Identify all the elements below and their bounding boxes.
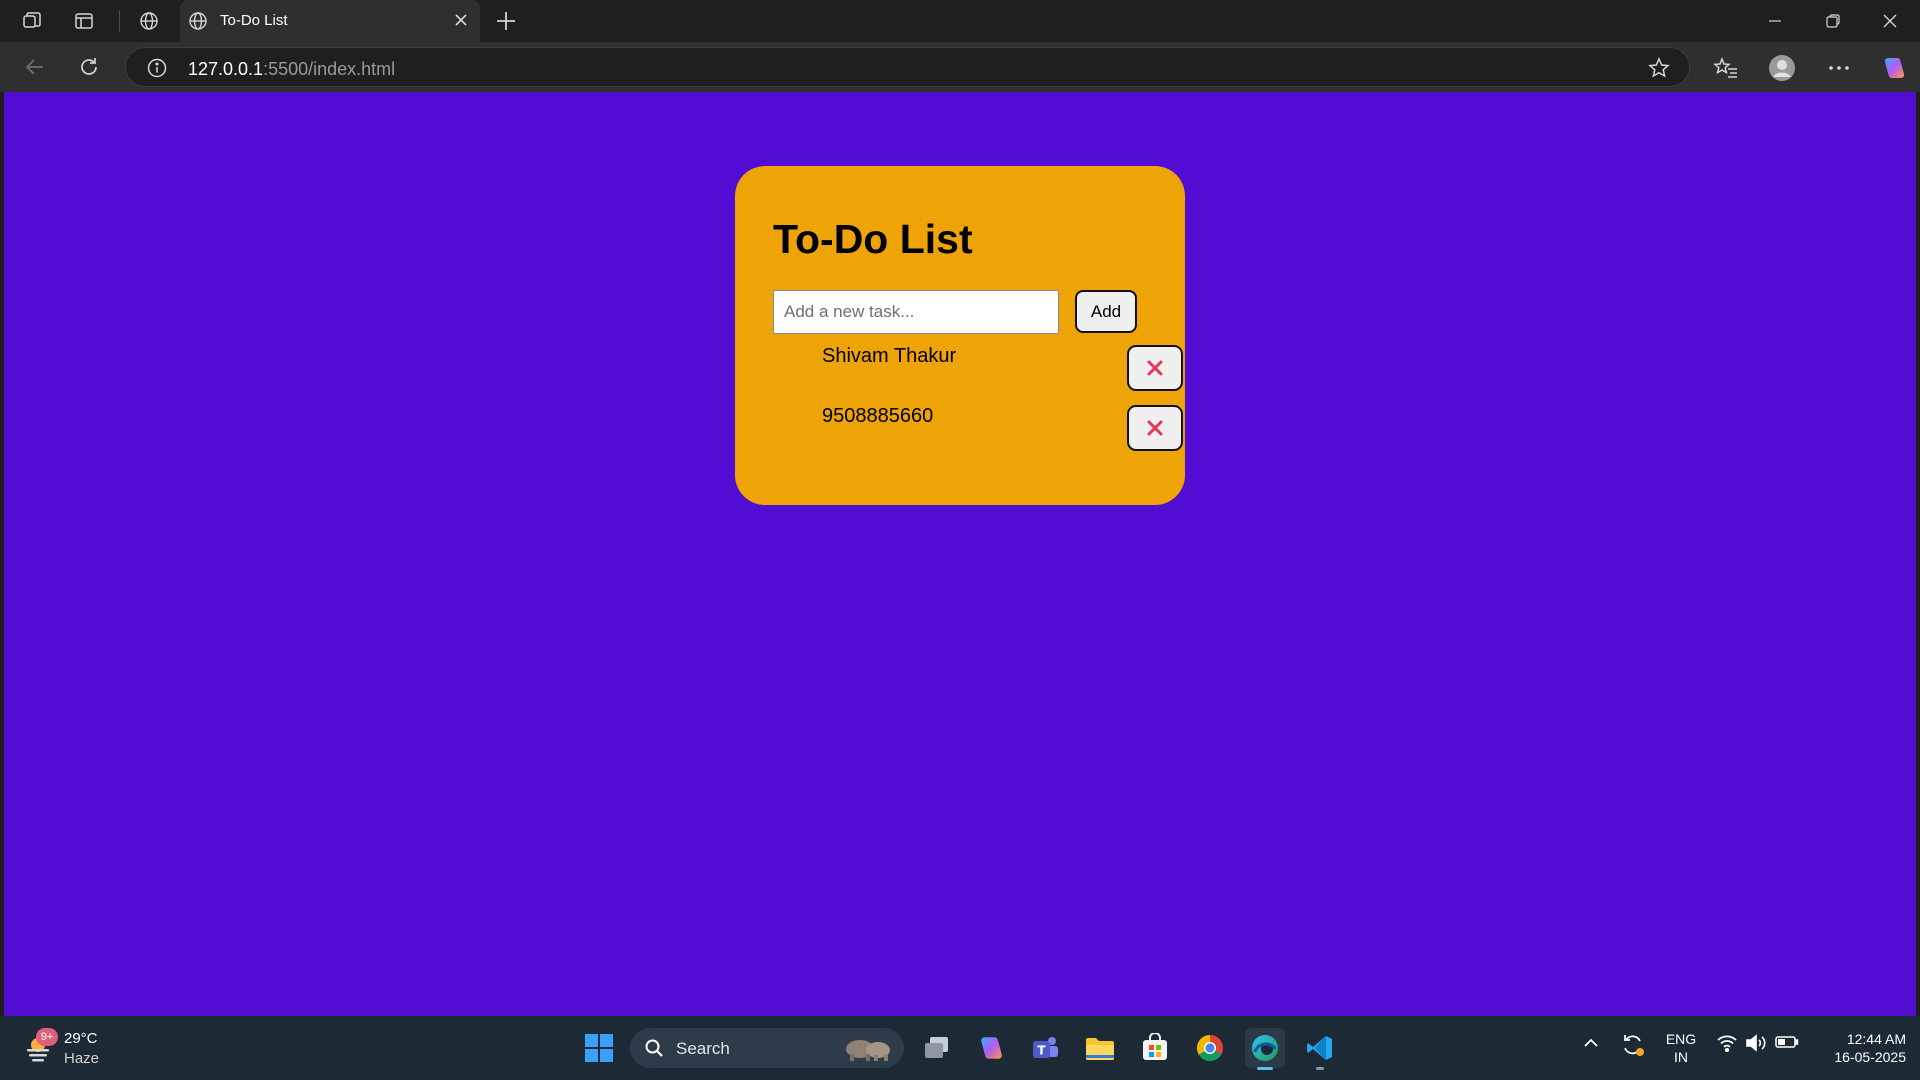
delete-task-button[interactable] [1127, 405, 1183, 451]
clock-date: 16-05-2025 [1834, 1049, 1906, 1065]
battery-icon[interactable] [1775, 1034, 1799, 1050]
workspaces-icon[interactable] [20, 9, 44, 33]
file-explorer-app[interactable] [1080, 1028, 1120, 1068]
globe-icon[interactable] [137, 9, 161, 33]
back-arrow-icon[interactable] [22, 54, 48, 80]
favorites-icon[interactable] [1712, 54, 1740, 82]
chrome-app[interactable] [1190, 1028, 1230, 1068]
edge-icon [1252, 1035, 1278, 1061]
edge-app[interactable] [1245, 1028, 1285, 1070]
folder-icon [1086, 1038, 1114, 1060]
globe-icon [188, 11, 208, 36]
weather-temperature: 29°C [64, 1030, 98, 1047]
task-view-icon [925, 1037, 948, 1058]
task-text: 9508885660 [822, 405, 934, 427]
search-icon [644, 1038, 664, 1063]
teams-icon: T [1033, 1037, 1058, 1058]
url-path: :5500/index.html [263, 59, 396, 79]
teams-app[interactable]: T [1025, 1028, 1065, 1068]
info-icon[interactable] [146, 57, 168, 84]
taskbar-search[interactable]: Search [630, 1028, 904, 1068]
restore-button[interactable] [1813, 8, 1853, 34]
tab-actions-icon[interactable] [72, 9, 96, 33]
volume-icon[interactable] [1745, 1034, 1767, 1052]
windows-taskbar: 9+ 29°C Haze Search T ENG IN 12:44 AM 16… [0, 1016, 1920, 1080]
favorite-star-icon[interactable] [1647, 56, 1671, 85]
task-item: Shivam Thakur [773, 345, 1183, 395]
tab-title: To-Do List [220, 12, 288, 29]
task-view-button[interactable] [917, 1028, 957, 1068]
url-text[interactable]: 127.0.0.1:5500/index.html [188, 59, 395, 80]
new-tab-button[interactable] [494, 9, 518, 38]
browser-tab-bar: To-Do List [0, 0, 1920, 42]
svg-text:T: T [1037, 1044, 1046, 1058]
more-menu-icon[interactable] [1825, 54, 1853, 82]
running-app-indicator [1316, 1067, 1324, 1070]
language-code: ENG [1665, 1031, 1697, 1047]
sync-update-icon[interactable] [1620, 1032, 1646, 1058]
weather-widget[interactable]: 9+ 29°C Haze [20, 1028, 110, 1072]
task-text: Shivam Thakur [822, 345, 957, 367]
chrome-icon [1196, 1034, 1223, 1062]
vscode-icon [1307, 1036, 1332, 1060]
copilot-app[interactable] [971, 1028, 1011, 1068]
browser-tab-active[interactable]: To-Do List [180, 0, 480, 42]
page-viewport: To-Do List Add Shivam Thakur 9508885660 [4, 92, 1916, 1016]
active-app-indicator [1257, 1067, 1273, 1070]
browser-toolbar: 127.0.0.1:5500/index.html [0, 42, 1920, 92]
clock-time: 12:44 AM [1846, 1031, 1906, 1047]
system-clock[interactable]: 12:44 AM 16-05-2025 [1810, 1030, 1906, 1066]
notification-badge: 9+ [36, 1028, 58, 1046]
task-input[interactable] [773, 290, 1059, 334]
delete-task-button[interactable] [1127, 345, 1183, 391]
app-title: To-Do List [773, 216, 973, 262]
close-window-button[interactable] [1870, 8, 1910, 34]
todo-card: To-Do List Add Shivam Thakur 9508885660 [735, 166, 1185, 505]
vscode-app[interactable] [1300, 1028, 1340, 1070]
weather-condition: Haze [64, 1050, 100, 1067]
wifi-icon[interactable] [1716, 1034, 1738, 1052]
region-code: IN [1674, 1049, 1688, 1065]
task-item: 9508885660 [773, 405, 1183, 455]
address-bar[interactable]: 127.0.0.1:5500/index.html [125, 47, 1690, 87]
search-label: Search [676, 1039, 730, 1058]
microsoft-store-app[interactable] [1135, 1028, 1175, 1068]
close-icon [1147, 360, 1163, 376]
profile-avatar-icon[interactable] [1768, 54, 1796, 82]
close-icon [1147, 420, 1163, 436]
tabbar-divider [119, 10, 120, 32]
show-hidden-icons-chevron-icon[interactable] [1582, 1034, 1600, 1052]
store-icon [1143, 1033, 1167, 1060]
copilot-icon [981, 1037, 1002, 1059]
elephants-illustration-icon [840, 1034, 896, 1062]
minimize-button[interactable] [1755, 8, 1795, 34]
close-icon[interactable] [452, 11, 470, 34]
copilot-icon[interactable] [1880, 54, 1908, 82]
url-host: 127.0.0.1 [188, 59, 264, 79]
start-button[interactable] [579, 1028, 619, 1068]
refresh-icon[interactable] [76, 54, 102, 80]
add-task-button[interactable]: Add [1075, 290, 1137, 333]
input-language-indicator[interactable]: ENG IN [1662, 1030, 1700, 1066]
windows-logo-icon [585, 1034, 613, 1062]
